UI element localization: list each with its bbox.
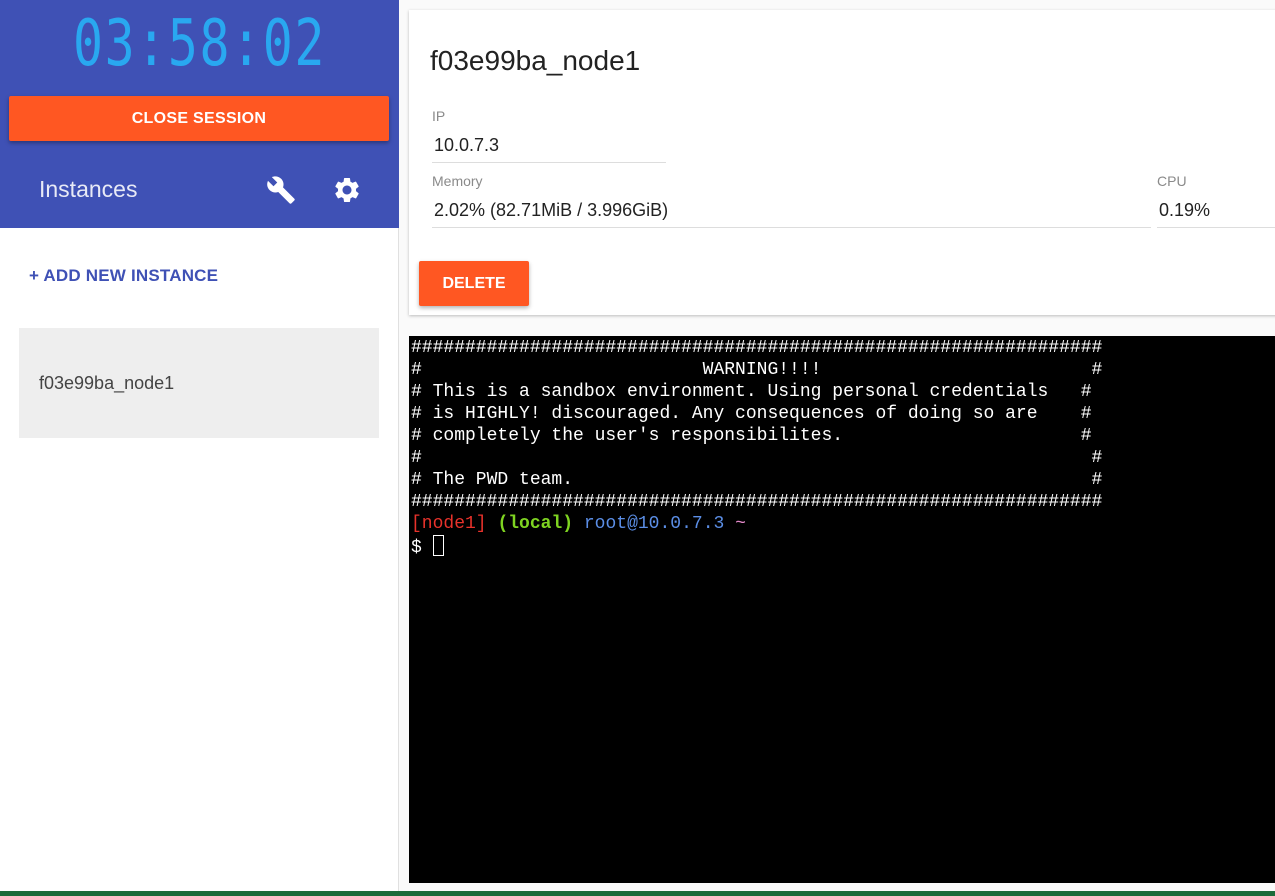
terminal[interactable]: ########################################… bbox=[409, 336, 1275, 883]
prompt-path: ~ bbox=[735, 514, 746, 534]
instance-title: f03e99ba_node1 bbox=[430, 45, 641, 76]
cpu-label: CPU bbox=[1157, 173, 1187, 189]
ip-label: IP bbox=[432, 108, 446, 124]
bottom-edge-bar bbox=[0, 891, 1275, 896]
session-timer: 03:58:02 bbox=[73, 7, 326, 81]
sidebar-header: 03:58:02 CLOSE SESSION Instances bbox=[0, 0, 399, 228]
terminal-banner-line: # completely the user's responsibilites.… bbox=[411, 426, 1092, 446]
instance-item-label: f03e99ba_node1 bbox=[39, 372, 175, 393]
terminal-input-line[interactable]: $ bbox=[411, 535, 1275, 558]
close-session-button[interactable]: CLOSE SESSION bbox=[9, 96, 389, 141]
sidebar-item-instance[interactable]: f03e99ba_node1 bbox=[19, 328, 379, 438]
prompt-node: [node1] bbox=[411, 514, 487, 534]
memory-field[interactable]: 2.02% (82.71MiB / 3.996GiB) bbox=[432, 198, 1151, 228]
terminal-banner-line: # # bbox=[411, 448, 1103, 468]
terminal-cursor bbox=[432, 535, 444, 556]
add-new-instance-button[interactable]: + ADD NEW INSTANCE bbox=[29, 266, 218, 286]
prompt-env: (local) bbox=[497, 514, 574, 534]
sidebar: 03:58:02 CLOSE SESSION Instances + ADD N… bbox=[0, 0, 399, 891]
terminal-banner-line: # The PWD team. # bbox=[411, 470, 1103, 490]
memory-label: Memory bbox=[432, 173, 483, 189]
instances-title: Instances bbox=[39, 176, 138, 202]
instance-info-card: f03e99ba_node1 IP 10.0.7.3 Memory 2.02% … bbox=[409, 10, 1275, 315]
delete-instance-button[interactable]: DELETE bbox=[419, 261, 529, 306]
terminal-banner-line: ########################################… bbox=[411, 492, 1103, 512]
gear-icon[interactable] bbox=[331, 174, 363, 206]
terminal-banner-line: # This is a sandbox environment. Using p… bbox=[411, 382, 1092, 402]
cpu-field[interactable]: 0.19% bbox=[1157, 198, 1275, 228]
terminal-prompt-line: [node1] (local) root@10.0.7.3 ~ bbox=[411, 513, 1275, 535]
ip-field[interactable]: 10.0.7.3 bbox=[432, 133, 666, 163]
terminal-banner-line: # WARNING!!!! # bbox=[411, 360, 1103, 380]
prompt-symbol: $ bbox=[411, 538, 422, 558]
terminal-banner-line: ########################################… bbox=[411, 338, 1103, 358]
wrench-icon[interactable] bbox=[265, 174, 297, 206]
terminal-banner-line: # is HIGHLY! discouraged. Any consequenc… bbox=[411, 404, 1092, 424]
prompt-user-host: root@10.0.7.3 bbox=[583, 514, 725, 534]
